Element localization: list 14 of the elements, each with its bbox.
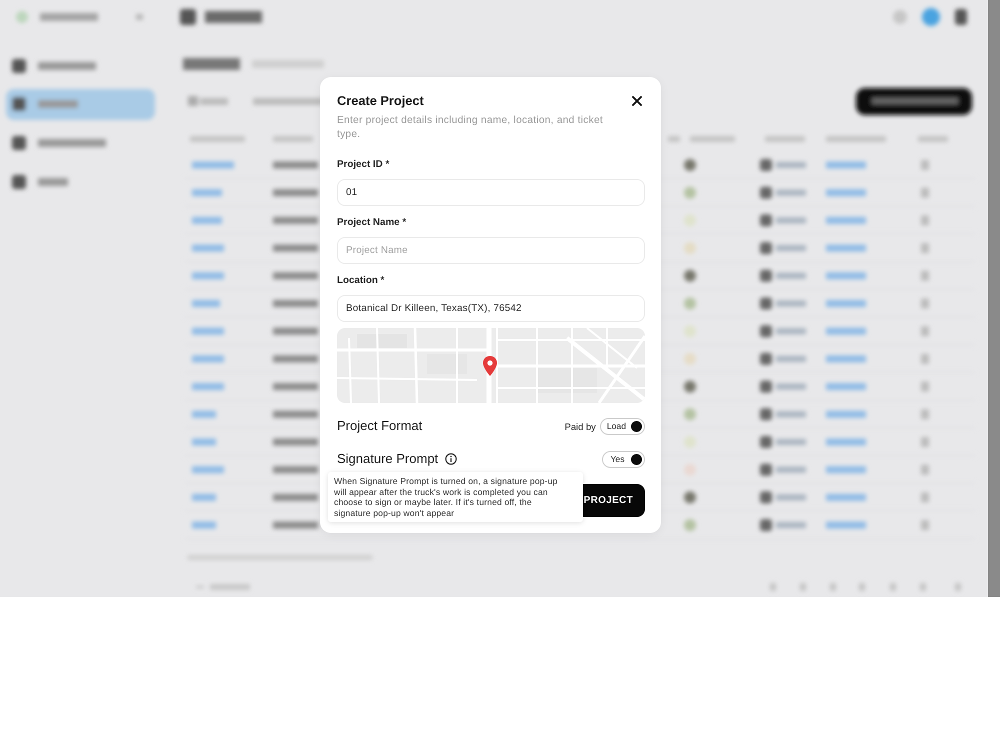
info-icon[interactable] bbox=[445, 453, 458, 465]
input-field[interactable]: Project Name bbox=[337, 237, 645, 264]
setting-label: Signature Prompt bbox=[337, 451, 438, 467]
setting-label: Project Format bbox=[337, 418, 422, 434]
field-label: Location * bbox=[337, 275, 386, 287]
field-label: Project Name * bbox=[337, 217, 408, 229]
knob-icon bbox=[631, 420, 642, 432]
input-field[interactable]: Botanical Dr Killeen, Texas(TX), 76542 bbox=[337, 295, 645, 322]
toggle-caption: Paid by bbox=[564, 420, 596, 432]
knob-icon bbox=[631, 454, 642, 464]
toggle-switch[interactable]: Load bbox=[600, 418, 645, 434]
map-pin-icon bbox=[483, 356, 497, 376]
toggle-switch[interactable]: Yes bbox=[602, 450, 645, 468]
tooltip: When Signature Prompt is turned on, a signature pop-up will appear after the truck's work is completed you can choose to sign or maybe later. If it's turned off, the signature pop-up won't appear bbox=[328, 472, 583, 522]
